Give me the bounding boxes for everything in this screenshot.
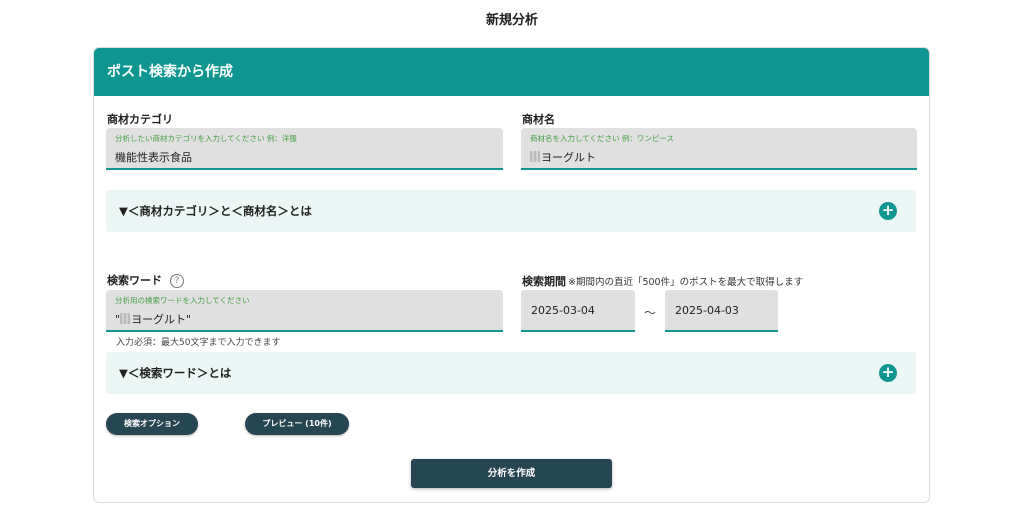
card-header: ポスト検索から作成: [94, 48, 929, 96]
keyword-explain-title: ▼＜検索ワード＞とは: [119, 366, 232, 380]
create-analysis-button[interactable]: 分析を作成: [411, 459, 612, 488]
keyword-value: " ヨーグルト": [115, 311, 191, 327]
category-explain-title: ▼＜商材カテゴリ＞と＜商材名＞とは: [119, 204, 312, 218]
keyword-placeholder: 分析用の検索ワードを入力してください: [115, 296, 250, 305]
start-date-input[interactable]: 2025-03-04: [521, 290, 635, 332]
plus-circle-icon[interactable]: +: [879, 202, 897, 220]
help-icon[interactable]: ?: [170, 274, 184, 288]
keyword-label-text: 検索ワード: [107, 274, 162, 287]
product-value-text: ヨーグルト: [541, 151, 596, 164]
plus-circle-icon[interactable]: +: [879, 364, 897, 382]
category-explain-panel[interactable]: ▼＜商材カテゴリ＞と＜商材名＞とは +: [106, 190, 916, 232]
period-label-text: 検索期間: [522, 275, 566, 288]
end-date-input[interactable]: 2025-04-03: [665, 290, 778, 332]
period-note: ※期間内の直近「500件」のポストを最大で取得します: [568, 277, 804, 288]
redacted-block: [530, 151, 540, 162]
keyword-input[interactable]: 分析用の検索ワードを入力してください " ヨーグルト": [106, 290, 503, 332]
category-label: 商材カテゴリ: [107, 113, 173, 126]
product-label: 商材名: [522, 113, 555, 126]
date-separator: ～: [644, 306, 657, 320]
category-input[interactable]: 分析したい商材カテゴリを入力してください 例：洋服 機能性表示食品: [106, 128, 503, 170]
page-title: 新規分析: [485, 13, 538, 28]
search-options-button[interactable]: 検索オプション: [106, 413, 198, 435]
category-value: 機能性表示食品: [115, 151, 192, 164]
keyword-value-text: ヨーグルト": [131, 313, 192, 326]
product-input[interactable]: 商材名を入力してください 例：ワンピース ヨーグルト: [521, 128, 917, 170]
keyword-label: 検索ワード?: [107, 272, 184, 288]
keyword-hint: 入力必須：最大50文字まで入力できます: [116, 338, 281, 348]
product-placeholder: 商材名を入力してください 例：ワンピース: [530, 134, 675, 143]
keyword-explain-panel[interactable]: ▼＜検索ワード＞とは +: [106, 352, 916, 394]
period-label: 検索期間 ※期間内の直近「500件」のポストを最大で取得します: [522, 273, 803, 289]
redacted-block: [120, 313, 131, 324]
category-placeholder: 分析したい商材カテゴリを入力してください 例：洋服: [115, 134, 297, 143]
preview-button[interactable]: プレビュー (10件): [245, 413, 349, 435]
search-card: ポスト検索から作成 商材カテゴリ 分析したい商材カテゴリを入力してください 例：…: [93, 47, 930, 503]
product-value: ヨーグルト: [530, 149, 596, 165]
